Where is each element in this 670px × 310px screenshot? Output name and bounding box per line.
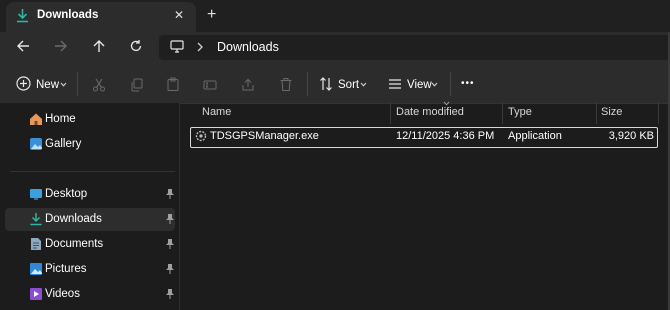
- view-label: View: [407, 79, 432, 91]
- sidebar-item-desktop[interactable]: Desktop: [5, 183, 175, 206]
- pin-icon[interactable]: [165, 188, 175, 200]
- column-divider[interactable]: [390, 102, 391, 124]
- column-header-date-modified[interactable]: Date modified: [396, 106, 464, 118]
- sidebar-item-label: Home: [45, 113, 76, 125]
- gallery-icon: [29, 137, 43, 151]
- documents-icon: [29, 237, 43, 251]
- new-label: New: [36, 79, 60, 91]
- tab-downloads[interactable]: [6, 2, 196, 32]
- sidebar-divider: [10, 171, 175, 172]
- pane-splitter[interactable]: [179, 103, 180, 310]
- more-options-button[interactable]: •••: [461, 78, 475, 89]
- chevron-right-icon: [196, 42, 204, 52]
- videos-icon: [29, 287, 43, 301]
- toolbar-divider: [450, 72, 451, 96]
- file-type: Application: [508, 130, 562, 142]
- sidebar-item-pictures[interactable]: Pictures: [5, 258, 175, 281]
- downloads-tab-icon: [16, 8, 29, 23]
- breadcrumb[interactable]: Downloads: [217, 40, 279, 54]
- rename-icon[interactable]: [203, 78, 217, 92]
- paste-icon[interactable]: [166, 77, 180, 92]
- sort-label: Sort: [338, 79, 360, 91]
- sidebar-item-label: Pictures: [45, 263, 87, 275]
- column-header-type[interactable]: Type: [508, 106, 532, 118]
- desktop-icon: [29, 187, 43, 201]
- column-header-size[interactable]: Size: [601, 106, 622, 118]
- pictures-icon: [29, 262, 43, 276]
- up-arrow-icon[interactable]: [92, 39, 106, 53]
- monitor-icon: [170, 40, 184, 53]
- home-icon: [29, 112, 43, 126]
- sort-button[interactable]: Sort: [314, 72, 372, 96]
- pin-icon[interactable]: [165, 288, 175, 300]
- new-tab-button[interactable]: +: [207, 6, 216, 24]
- sidebar-item-downloads[interactable]: Downloads: [5, 208, 175, 231]
- column-divider[interactable]: [502, 102, 503, 124]
- file-size: 3,920 KB: [608, 130, 654, 142]
- tab-title: Downloads: [37, 9, 99, 21]
- sidebar-item-videos[interactable]: Videos: [5, 283, 175, 306]
- share-icon[interactable]: [241, 78, 255, 92]
- application-icon: [195, 130, 207, 142]
- view-button[interactable]: View: [383, 72, 443, 96]
- sidebar-item-home[interactable]: Home: [5, 108, 175, 131]
- view-list-icon: [388, 78, 402, 90]
- sidebar-item-documents[interactable]: Documents: [5, 233, 175, 256]
- sidebar-item-label: Desktop: [45, 188, 88, 200]
- chevron-down-icon: [431, 82, 438, 87]
- sidebar-item-label: Documents: [45, 238, 104, 250]
- file-date-modified: 12/11/2025 4:36 PM: [396, 130, 495, 142]
- sort-icon: [319, 77, 333, 91]
- downloads-icon: [29, 212, 43, 226]
- close-tab-button[interactable]: ✕: [174, 8, 184, 22]
- refresh-icon[interactable]: [129, 39, 143, 53]
- sidebar-item-label: Videos: [45, 288, 80, 300]
- sidebar-item-label: Gallery: [45, 138, 82, 150]
- toolbar-divider: [307, 72, 308, 96]
- delete-icon[interactable]: [279, 77, 293, 92]
- chevron-down-icon: [360, 82, 367, 87]
- back-arrow-icon[interactable]: [16, 39, 30, 53]
- sidebar-item-gallery[interactable]: Gallery: [5, 133, 175, 156]
- column-divider[interactable]: [596, 102, 597, 124]
- copy-icon[interactable]: [130, 78, 144, 92]
- pin-icon[interactable]: [165, 263, 175, 275]
- forward-arrow-icon[interactable]: [54, 39, 68, 53]
- file-name: TDSGPSManager.exe: [210, 130, 319, 142]
- pin-icon[interactable]: [165, 213, 175, 225]
- toolbar-divider: [77, 72, 78, 96]
- new-button[interactable]: New: [10, 72, 72, 96]
- pin-icon[interactable]: [165, 238, 175, 250]
- column-header-name[interactable]: Name: [202, 106, 231, 118]
- column-divider[interactable]: [658, 102, 659, 124]
- sidebar-item-label: Downloads: [45, 213, 102, 225]
- chevron-down-icon: [60, 82, 67, 87]
- cut-icon[interactable]: [92, 78, 106, 92]
- plus-circle-icon: [16, 76, 31, 91]
